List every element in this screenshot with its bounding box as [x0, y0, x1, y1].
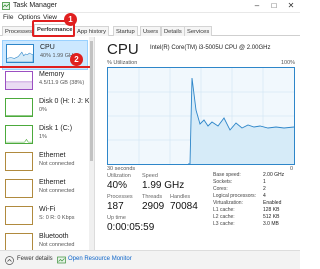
handles-value: 70084	[170, 201, 198, 212]
cpu-thumbnail-graph	[6, 44, 34, 63]
close-button[interactable]: ✕	[285, 1, 297, 11]
cpu-utilization-graph	[107, 67, 295, 165]
sidebar-scrollbar[interactable]	[89, 37, 94, 250]
sidebar-item-sub: 0%	[39, 107, 47, 113]
tab-services[interactable]: Services	[184, 26, 213, 36]
sidebar-item-label: Wi-Fi	[39, 206, 56, 213]
info-value: 512 KB	[263, 214, 280, 220]
open-resource-monitor-link[interactable]: Open Resource Monitor	[68, 256, 132, 262]
menu-file[interactable]: File	[3, 14, 13, 21]
handles-label: Handles	[170, 194, 191, 200]
sidebar-item-label: Bluetooth	[39, 233, 69, 240]
cpu-detail-panel: CPU Intel(R) Core(TM) i3-5005U CPU @ 2.0…	[100, 37, 300, 250]
sidebar-item-sub: 4.5/11.9 GB (38%)	[39, 80, 85, 86]
info-label: L1 cache:	[213, 207, 235, 213]
sidebar-item-sub: Not connected	[39, 161, 75, 167]
sidebar-item-bluetooth[interactable]: Bluetooth Not connected	[2, 230, 88, 250]
info-label: Virtualization:	[213, 200, 243, 206]
utilization-value: 40%	[107, 180, 128, 191]
processes-label: Processes	[107, 194, 133, 200]
info-label: Logical processors:	[213, 193, 257, 199]
wifi-thumbnail-graph	[5, 206, 33, 225]
uptime-label: Up time	[107, 215, 126, 221]
tab-processes[interactable]: Processes	[2, 26, 36, 36]
info-value: 2	[263, 186, 266, 192]
processes-value: 187	[107, 201, 124, 212]
sidebar-item-wifi[interactable]: Wi-Fi S: 0 R: 0 Kbps	[2, 203, 88, 233]
info-value: 2.00 GHz	[263, 172, 285, 178]
tab-startup[interactable]: Startup	[113, 26, 138, 36]
info-value: 4	[263, 193, 266, 199]
task-manager-icon	[2, 2, 10, 10]
page-title: CPU	[107, 41, 139, 58]
utilization-label: Utilization	[107, 173, 131, 179]
title-bar: Task Manager – □ ✕	[0, 0, 300, 13]
sidebar-item-label: Ethernet	[39, 152, 66, 159]
graph-time-left: 30 seconds	[107, 166, 136, 172]
sidebar-item-label: Disk 1 (C:)	[39, 125, 73, 132]
info-label: L2 cache:	[213, 214, 235, 220]
minimize-button[interactable]: –	[251, 1, 263, 11]
sidebar-item-ethernet-2[interactable]: Ethernet Not connected	[2, 176, 88, 206]
cpu-utilization-line	[108, 68, 295, 165]
sidebar-item-memory[interactable]: Memory 4.5/11.9 GB (38%)	[2, 68, 88, 98]
info-value: Enabled	[263, 200, 282, 206]
tab-details[interactable]: Details	[161, 26, 185, 36]
threads-value: 2909	[142, 201, 165, 212]
ethernet1-thumbnail-graph	[5, 152, 33, 171]
footer-bar: Fewer details Open Resource Monitor	[0, 250, 300, 269]
callout-underline	[0, 66, 90, 68]
graph-label-max: 100%	[281, 60, 296, 66]
speed-label: Speed	[142, 173, 158, 179]
window-title: Task Manager	[13, 2, 57, 9]
resource-monitor-icon	[57, 256, 66, 264]
bluetooth-thumbnail-graph	[5, 233, 33, 250]
callout-badge-one: 1	[64, 13, 77, 26]
sidebar-item-disk-0[interactable]: Disk 0 (H: I: J: K:) 0%	[2, 95, 94, 125]
tab-app-history[interactable]: App history	[74, 26, 109, 36]
info-label: L3 cache:	[213, 221, 235, 227]
resource-sidebar: CPU 40% 1.99 GHz Memory 4.5/11.9 GB (38%…	[0, 37, 95, 250]
disk1-thumbnail-graph	[5, 125, 33, 144]
memory-thumbnail-graph	[5, 71, 33, 90]
sidebar-item-sub: Not connected	[39, 242, 75, 248]
cpu-model-name: Intel(R) Core(TM) i3-5005U CPU @ 2.00GHz	[150, 45, 271, 51]
sidebar-item-label: Disk 0 (H: I: J: K:)	[39, 98, 94, 105]
chevron-up-icon[interactable]	[5, 256, 14, 265]
sidebar-item-label: Ethernet	[39, 179, 66, 186]
sidebar-item-label: CPU	[40, 44, 55, 51]
sidebar-item-label: Memory	[39, 71, 65, 78]
sidebar-item-sub: Not connected	[39, 188, 75, 194]
graph-time-right: 0	[290, 166, 294, 172]
scrollbar-thumb[interactable]	[90, 41, 93, 161]
sidebar-item-disk-1[interactable]: Disk 1 (C:) 1%	[2, 122, 88, 152]
info-label: Cores:	[213, 186, 228, 192]
info-value: 1	[263, 179, 266, 185]
speed-value: 1.99 GHz	[142, 180, 185, 191]
graph-label-utilization: % Utilization	[107, 60, 138, 66]
sidebar-item-ethernet-1[interactable]: Ethernet Not connected	[2, 149, 88, 179]
disk0-thumbnail-graph	[5, 98, 33, 117]
sidebar-item-sub: S: 0 R: 0 Kbps	[39, 215, 75, 221]
info-value: 128 KB	[263, 207, 280, 213]
info-value: 3.0 MB	[263, 221, 279, 227]
callout-badge-two: 2	[70, 53, 83, 66]
maximize-button[interactable]: □	[268, 1, 280, 11]
fewer-details-button[interactable]: Fewer details	[17, 256, 53, 262]
info-label: Sockets:	[213, 179, 233, 185]
threads-label: Threads	[142, 194, 163, 200]
ethernet2-thumbnail-graph	[5, 179, 33, 198]
sidebar-item-sub: 1%	[39, 134, 47, 140]
info-label: Base speed:	[213, 172, 241, 178]
uptime-value: 0:00:05:59	[107, 222, 155, 233]
tab-users[interactable]: Users	[140, 26, 162, 36]
